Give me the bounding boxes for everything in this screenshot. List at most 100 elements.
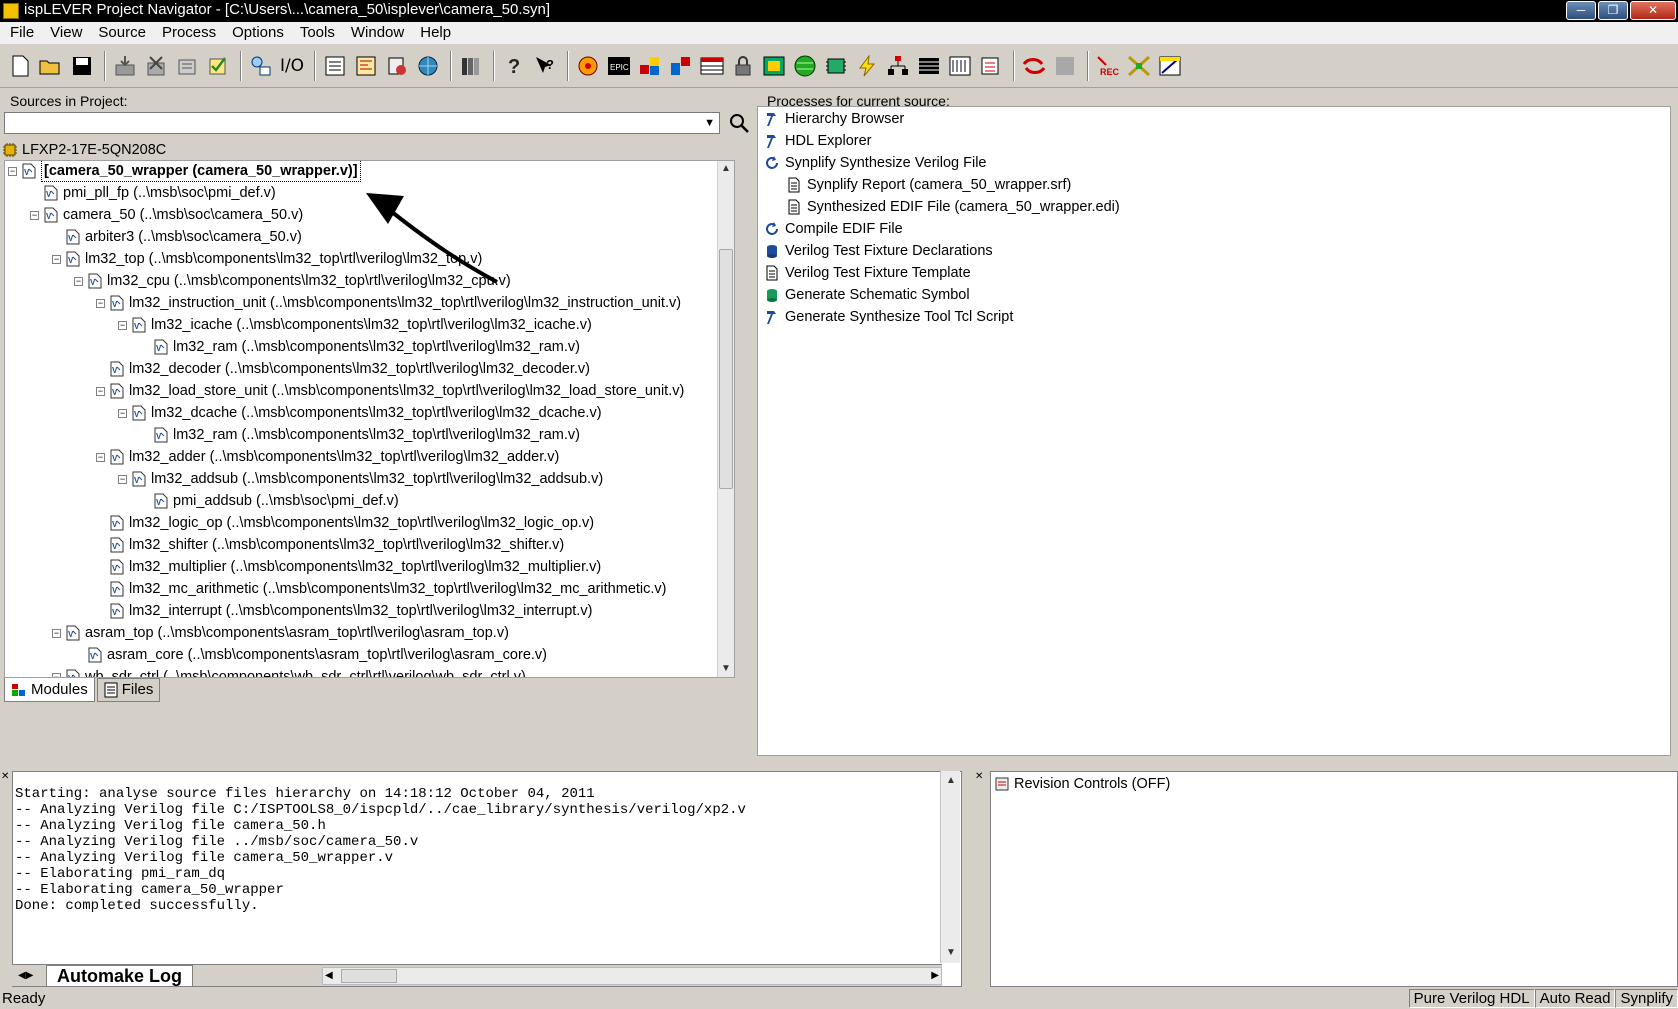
rec-button[interactable]: REC bbox=[1094, 51, 1122, 81]
context-help-button[interactable]: ? bbox=[531, 51, 559, 81]
tree-item[interactable]: − Vlm32_cpu (..\msb\components\lm32_top\r… bbox=[74, 271, 511, 291]
collapse-toggle-icon[interactable]: − bbox=[52, 628, 61, 638]
tree-item[interactable]: − Vlm32_top (..\msb\components\lm32_top\r… bbox=[52, 249, 482, 269]
menu-tools[interactable]: Tools bbox=[292, 22, 343, 44]
process-item[interactable]: Synthesized EDIF File (camera_50_wrapper… bbox=[786, 197, 1120, 217]
collapse-toggle-icon[interactable]: − bbox=[8, 166, 17, 176]
tree-item[interactable]: Vlm32_interrupt (..\msb\components\lm32_… bbox=[96, 601, 592, 621]
import-button[interactable] bbox=[111, 51, 139, 81]
collapse-toggle-icon[interactable]: − bbox=[96, 298, 105, 308]
tab-automake-log[interactable]: Automake Log bbox=[46, 964, 194, 987]
restore-button[interactable]: ❐ bbox=[1598, 1, 1628, 20]
log-pane[interactable]: Starting: analyse source files hierarchy… bbox=[12, 771, 962, 987]
search-icon[interactable] bbox=[728, 112, 750, 134]
log-vertical-scrollbar[interactable]: ▲ ▼ bbox=[940, 771, 960, 963]
menu-options[interactable]: Options bbox=[224, 22, 292, 44]
collapse-toggle-icon[interactable]: − bbox=[74, 276, 83, 286]
tree-item[interactable]: − Vasram_top (..\msb\components\asram_top… bbox=[52, 623, 509, 643]
floorplan-button[interactable] bbox=[636, 51, 664, 81]
spreadsheet-button[interactable] bbox=[698, 51, 726, 81]
log-horizontal-scrollbar[interactable]: ◀ ▶ bbox=[322, 966, 942, 985]
collapse-toggle-icon[interactable]: − bbox=[118, 408, 127, 418]
tree-item[interactable]: Vasram_core (..\msb\components\asram_top… bbox=[74, 645, 547, 665]
process-item[interactable]: Compile EDIF File bbox=[764, 219, 903, 239]
report-button[interactable] bbox=[321, 51, 349, 81]
reveal-button[interactable] bbox=[1020, 51, 1048, 81]
collapse-toggle-icon[interactable]: − bbox=[96, 452, 105, 462]
tree-item[interactable]: − Vlm32_load_store_unit (..\msb\component… bbox=[96, 381, 684, 401]
tab-nav-arrows-icon[interactable]: ◀▶ bbox=[12, 970, 46, 981]
menu-source[interactable]: Source bbox=[90, 22, 154, 44]
tree-item[interactable]: Vlm32_mc_arithmetic (..\msb\components\l… bbox=[96, 579, 667, 599]
menu-view[interactable]: View bbox=[42, 22, 90, 44]
properties-button[interactable] bbox=[173, 51, 201, 81]
scroll-up-icon[interactable]: ▲ bbox=[943, 773, 959, 789]
tree-item[interactable]: Vlm32_ram (..\msb\components\lm32_top\rt… bbox=[140, 425, 580, 445]
process-item[interactable]: Verilog Test Fixture Declarations bbox=[764, 241, 993, 261]
module-button[interactable] bbox=[667, 51, 695, 81]
tools-button[interactable] bbox=[1125, 51, 1153, 81]
tree-vertical-scrollbar[interactable]: ▲ ▼ bbox=[717, 161, 734, 677]
collapse-toggle-icon[interactable]: − bbox=[52, 254, 61, 264]
schematic-button[interactable] bbox=[352, 51, 380, 81]
epic-button[interactable]: EPIC bbox=[605, 51, 633, 81]
scroll-right-icon[interactable]: ▶ bbox=[931, 968, 939, 984]
process-item[interactable]: Generate Synthesize Tool Tcl Script bbox=[764, 307, 1013, 327]
simulation-button[interactable] bbox=[977, 51, 1005, 81]
tree-item[interactable]: Vlm32_ram (..\msb\components\lm32_top\rt… bbox=[140, 337, 580, 357]
process-item[interactable]: Synplify Synthesize Verilog File bbox=[764, 153, 987, 173]
scrollbar-thumb[interactable] bbox=[719, 249, 733, 489]
scroll-left-icon[interactable]: ◀ bbox=[325, 968, 333, 984]
tree-item[interactable]: Vlm32_shifter (..\msb\components\lm32_to… bbox=[96, 535, 564, 555]
tree-item[interactable]: − V [camera_50_wrapper (camera_50_wrapper.… bbox=[8, 161, 361, 182]
menu-file[interactable]: File bbox=[2, 22, 42, 44]
scroll-down-icon[interactable]: ▼ bbox=[943, 945, 959, 961]
tree-item[interactable]: Vpmi_addsub (..\msb\soc\pmi_def.v) bbox=[140, 491, 399, 511]
checklist-button[interactable] bbox=[204, 51, 232, 81]
tree-item[interactable]: − Vlm32_addsub (..\msb\components\lm32_to… bbox=[118, 469, 603, 489]
tree-item[interactable]: − Vlm32_icache (..\msb\components\lm32_to… bbox=[118, 315, 592, 335]
scrollbar-thumb[interactable] bbox=[341, 968, 397, 983]
horizontal-splitter[interactable] bbox=[0, 762, 1678, 768]
menu-help[interactable]: Help bbox=[412, 22, 459, 44]
tree-item[interactable]: Vlm32_logic_op (..\msb\components\lm32_t… bbox=[96, 513, 594, 533]
close-icon[interactable]: ✕ bbox=[975, 771, 983, 782]
sources-filter-combo[interactable]: ▼ bbox=[4, 112, 720, 134]
tree-item[interactable]: Vlm32_decoder (..\msb\components\lm32_to… bbox=[96, 359, 590, 379]
device-row[interactable]: LFXP2-17E-5QN208C bbox=[2, 140, 166, 160]
save-button[interactable] bbox=[68, 51, 96, 81]
menu-window[interactable]: Window bbox=[343, 22, 412, 44]
netlist-button[interactable] bbox=[884, 51, 912, 81]
dropdown-arrow-icon[interactable]: ▼ bbox=[704, 117, 715, 129]
tab-modules[interactable]: Modules bbox=[4, 678, 95, 702]
ip-express-button[interactable] bbox=[414, 51, 442, 81]
remove-button[interactable] bbox=[142, 51, 170, 81]
scroll-up-icon[interactable]: ▲ bbox=[718, 161, 734, 177]
tree-item[interactable]: Varbiter3 (..\msb\soc\camera_50.v) bbox=[52, 227, 302, 247]
close-icon[interactable]: ✕ bbox=[1, 771, 9, 782]
timing-button[interactable] bbox=[791, 51, 819, 81]
constraint-editor-button[interactable] bbox=[574, 51, 602, 81]
tree-item[interactable]: − Vlm32_instruction_unit (..\msb\componen… bbox=[96, 293, 681, 313]
help-button[interactable]: ? bbox=[500, 51, 528, 81]
tree-item[interactable]: Vlm32_multiplier (..\msb\components\lm32… bbox=[96, 557, 601, 577]
device-view-button[interactable] bbox=[760, 51, 788, 81]
tree-item[interactable]: − Vlm32_adder (..\msb\components\lm32_top… bbox=[96, 447, 559, 467]
minimize-button[interactable]: ─ bbox=[1566, 1, 1596, 20]
source-tree[interactable]: ▲ ▼ − V [camera_50_wrapper (camera_50_wrap… bbox=[4, 160, 735, 678]
new-button[interactable] bbox=[6, 51, 34, 81]
tree-item[interactable]: − Vcamera_50 (..\msb\soc\camera_50.v) bbox=[30, 205, 303, 225]
disabled-button[interactable] bbox=[1051, 51, 1079, 81]
menu-process[interactable]: Process bbox=[154, 22, 224, 44]
hierarchy-button[interactable] bbox=[247, 51, 275, 81]
wizard-button[interactable] bbox=[383, 51, 411, 81]
tree-item[interactable]: − Vlm32_dcache (..\msb\components\lm32_to… bbox=[118, 403, 602, 423]
tree-item[interactable]: Vpmi_pll_fp (..\msb\soc\pmi_def.v) bbox=[30, 183, 276, 203]
library-button[interactable] bbox=[457, 51, 485, 81]
io-button[interactable]: I/O bbox=[278, 51, 306, 81]
collapse-toggle-icon[interactable]: − bbox=[118, 320, 127, 330]
lock-button[interactable] bbox=[729, 51, 757, 81]
collapse-toggle-icon[interactable]: − bbox=[96, 386, 105, 396]
logic-view-button[interactable] bbox=[946, 51, 974, 81]
collapse-toggle-icon[interactable]: − bbox=[30, 210, 39, 220]
